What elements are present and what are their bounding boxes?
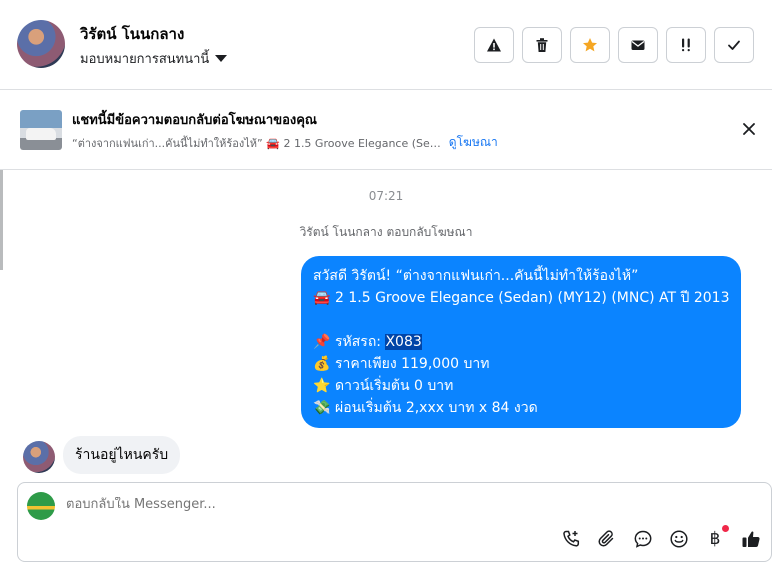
follow-up-icon (682, 38, 690, 52)
car-code-label: รหัสรถ: (335, 334, 386, 350)
close-icon[interactable] (740, 120, 758, 138)
banner-title: แชทนี้มีข้อความตอบกลับต่อโฆษณาของคุณ (72, 113, 317, 128)
star-button[interactable] (570, 27, 610, 63)
message-line-text: 2 1.5 Groove Elegance (Sedan) (MY12) (MN… (335, 290, 730, 306)
saved-replies-button[interactable] (633, 529, 653, 549)
money-wings-icon: 💸 (313, 400, 331, 416)
star-icon (583, 38, 597, 52)
star-emoji-icon: ⭐ (313, 378, 331, 394)
call-add-button[interactable] (561, 529, 581, 549)
message-composer: ฿ (17, 482, 772, 562)
mark-done-button[interactable] (714, 27, 754, 63)
chat-bubble-icon (634, 530, 652, 548)
car-code-selected: X083 (385, 334, 422, 350)
banner-subtitle: “ต่างจากแฟนเก่า...คันนี้ไม่ทำให้ร้องไห้”… (72, 133, 498, 152)
car-icon: 🚘 (313, 290, 331, 306)
baht-icon: ฿ (709, 529, 721, 549)
attach-button[interactable] (597, 529, 617, 549)
message-line: 📌 รหัสรถ: X083 (313, 331, 729, 353)
like-button[interactable] (741, 529, 761, 549)
system-message: วิรัตน์ โนนกลาง ตอบกลับโฆษณา (299, 225, 473, 239)
ad-text: “ต่างจากแฟนเก่า...คันนี้ไม่ทำให้ร้องไห้”… (72, 136, 441, 150)
price-text: ราคาเพียง 119,000 บาท (335, 356, 490, 372)
ad-thumbnail[interactable] (20, 110, 62, 150)
scrollbar[interactable] (0, 170, 3, 270)
conversation-header: วิรัตน์ โนนกลาง มอบหมายการสนทนานี้ (0, 0, 772, 90)
paperclip-icon (598, 530, 614, 547)
mark-spam-button[interactable] (474, 27, 514, 63)
message-line: 💰 ราคาเพียง 119,000 บาท (313, 353, 729, 375)
check-icon (728, 40, 740, 50)
outgoing-message-bubble[interactable]: สวัสดี วิรัตน์! “ต่างจากแฟนเก่า...คันนี้… (301, 256, 741, 428)
ad-reply-banner: แชทนี้มีข้อความตอบกลับต่อโฆษณาของคุณ “ต่… (0, 90, 772, 170)
thumbs-up-icon (742, 531, 760, 547)
page-avatar (27, 492, 55, 520)
reply-input[interactable] (66, 497, 466, 512)
conversation-toolbar (474, 27, 754, 63)
emoji-button[interactable] (669, 529, 689, 549)
composer-actions: ฿ (561, 525, 761, 549)
pin-icon: 📌 (313, 334, 331, 350)
message-line: 🚘 2 1.5 Groove Elegance (Sedan) (MY12) (M… (313, 287, 729, 309)
follow-up-button[interactable] (666, 27, 706, 63)
emoji-icon (670, 530, 688, 548)
assign-conversation-dropdown[interactable]: มอบหมายการสนทนานี้ (80, 48, 228, 69)
installment-text: ผ่อนเริ่มต้น 2,xxx บาท x 84 งวด (335, 400, 538, 416)
message-line: ⭐ ดาวน์เริ่มต้น 0 บาท (313, 375, 729, 397)
sender-avatar[interactable] (23, 441, 55, 473)
message-thread[interactable]: 07:21 วิรัตน์ โนนกลาง ตอบกลับโฆษณา สวัสด… (0, 170, 772, 474)
money-bag-icon: 💰 (313, 356, 331, 372)
contact-avatar[interactable] (17, 20, 65, 68)
warning-icon (487, 38, 501, 52)
delete-button[interactable] (522, 27, 562, 63)
envelope-icon (631, 40, 645, 50)
message-timestamp: 07:21 (368, 189, 404, 203)
view-ad-link[interactable]: ดูโฆษณา (449, 133, 498, 152)
notification-dot (722, 525, 729, 532)
caret-down-icon (215, 55, 228, 62)
down-payment-text: ดาวน์เริ่มต้น 0 บาท (335, 378, 454, 394)
trash-icon (536, 38, 548, 52)
contact-name[interactable]: วิรัตน์ โนนกลาง (80, 22, 184, 46)
call-add-icon (563, 530, 580, 547)
assign-label: มอบหมายการสนทนานี้ (80, 52, 210, 67)
message-line: สวัสดี วิรัตน์! “ต่างจากแฟนเก่า...คันนี้… (313, 268, 639, 284)
incoming-message-bubble[interactable]: ร้านอยู่ไหนครับ (63, 436, 181, 474)
mark-unread-button[interactable] (618, 27, 658, 63)
payment-button[interactable]: ฿ (705, 525, 729, 549)
message-line: 💸 ผ่อนเริ่มต้น 2,xxx บาท x 84 งวด (313, 397, 729, 419)
